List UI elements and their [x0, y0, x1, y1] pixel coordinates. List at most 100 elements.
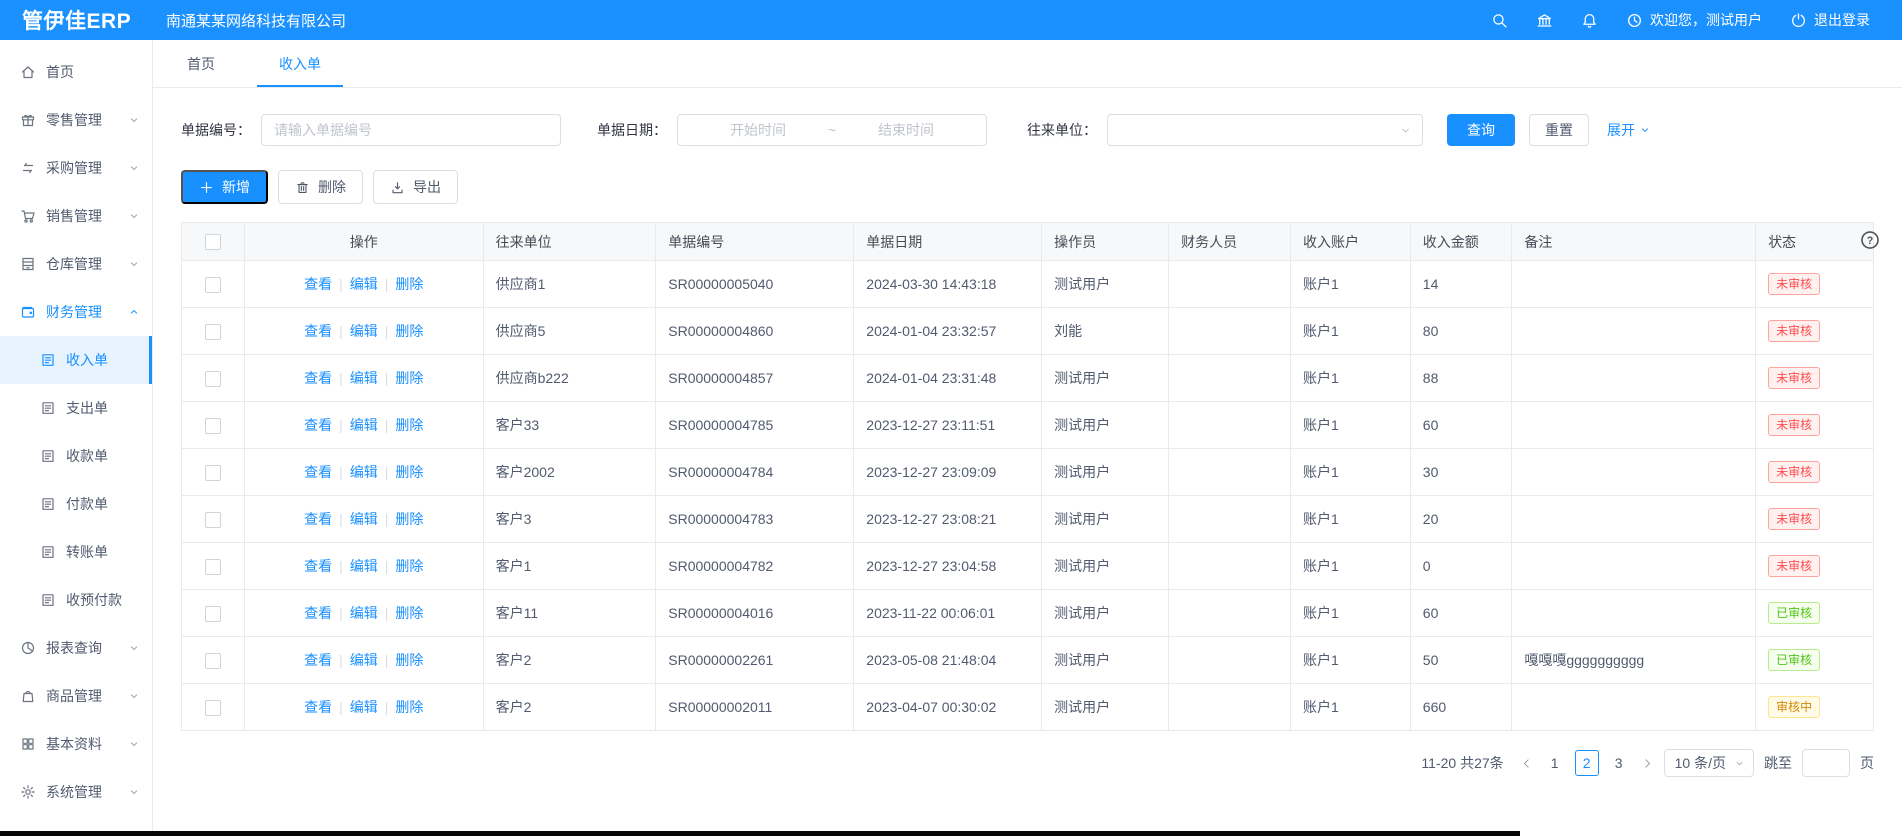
edit-link[interactable]: 编辑 — [350, 511, 378, 527]
cell-operator: 测试用户 — [1042, 590, 1169, 637]
search-icon[interactable] — [1491, 12, 1508, 29]
delete-link[interactable]: 删除 — [395, 417, 423, 433]
next-page-button[interactable] — [1641, 757, 1654, 770]
view-link[interactable]: 查看 — [304, 699, 332, 715]
status-badge: 未审核 — [1768, 367, 1820, 389]
delete-link[interactable]: 删除 — [395, 652, 423, 668]
cell-account: 账户1 — [1290, 308, 1410, 355]
row-checkbox[interactable] — [205, 653, 221, 669]
edit-link[interactable]: 编辑 — [350, 558, 378, 574]
view-link[interactable]: 查看 — [304, 323, 332, 339]
sidebar-item-label: 首页 — [46, 62, 74, 82]
delete-button[interactable]: 删除 — [278, 170, 363, 204]
edit-link[interactable]: 编辑 — [350, 464, 378, 480]
action-separator: | — [385, 464, 389, 480]
delete-link[interactable]: 删除 — [395, 699, 423, 715]
search-button[interactable]: 查询 — [1447, 114, 1515, 146]
cell-date: 2023-12-27 23:11:51 — [854, 402, 1042, 449]
bill-no-input[interactable] — [261, 114, 561, 146]
sidebar-item-expense-bill[interactable]: 支出单 — [0, 384, 152, 432]
sidebar-item-sales[interactable]: 销售管理 — [0, 192, 152, 240]
sidebar-item-warehouse[interactable]: 仓库管理 — [0, 240, 152, 288]
tab-收入单[interactable]: 收入单 — [267, 40, 333, 87]
edit-link[interactable]: 编辑 — [350, 323, 378, 339]
action-separator: | — [385, 323, 389, 339]
tab-首页[interactable]: 首页 — [175, 40, 227, 87]
bank-icon[interactable] — [1536, 12, 1553, 29]
sidebar-item-reports[interactable]: 报表查询 — [0, 624, 152, 672]
view-link[interactable]: 查看 — [304, 605, 332, 621]
delete-link[interactable]: 删除 — [395, 605, 423, 621]
partner-select[interactable] — [1107, 114, 1423, 146]
logout-button[interactable]: 退出登录 — [1790, 10, 1870, 30]
date-separator: ~ — [828, 122, 836, 138]
sidebar-item-home[interactable]: 首页 — [0, 48, 152, 96]
sidebar-item-label: 收款单 — [66, 446, 108, 466]
delete-link[interactable]: 删除 — [395, 323, 423, 339]
delete-link[interactable]: 删除 — [395, 558, 423, 574]
row-checkbox[interactable] — [205, 418, 221, 434]
page-button-2[interactable]: 2 — [1575, 750, 1599, 776]
action-separator: | — [339, 417, 343, 433]
sidebar-item-receipt-bill[interactable]: 收款单 — [0, 432, 152, 480]
select-all-checkbox[interactable] — [205, 234, 221, 250]
view-link[interactable]: 查看 — [304, 652, 332, 668]
status-badge: 审核中 — [1768, 696, 1820, 718]
view-link[interactable]: 查看 — [304, 558, 332, 574]
row-checkbox[interactable] — [205, 512, 221, 528]
row-checkbox[interactable] — [205, 324, 221, 340]
sidebar-item-income-bill[interactable]: 收入单 — [0, 336, 152, 384]
view-link[interactable]: 查看 — [304, 511, 332, 527]
row-checkbox[interactable] — [205, 559, 221, 575]
row-checkbox[interactable] — [205, 371, 221, 387]
view-link[interactable]: 查看 — [304, 276, 332, 292]
sidebar-item-advance-receipt[interactable]: 收预付款 — [0, 576, 152, 624]
page-button-3[interactable]: 3 — [1607, 750, 1631, 776]
delete-link[interactable]: 删除 — [395, 511, 423, 527]
export-button[interactable]: 导出 — [373, 170, 458, 204]
edit-link[interactable]: 编辑 — [350, 276, 378, 292]
view-link[interactable]: 查看 — [304, 464, 332, 480]
chevron-up-icon — [128, 306, 140, 318]
bell-icon[interactable] — [1581, 12, 1598, 29]
sidebar-item-basic-data[interactable]: 基本资料 — [0, 720, 152, 768]
sidebar-item-goods[interactable]: 商品管理 — [0, 672, 152, 720]
edit-link[interactable]: 编辑 — [350, 370, 378, 386]
sidebar-item-transfer-bill[interactable]: 转账单 — [0, 528, 152, 576]
row-checkbox[interactable] — [205, 277, 221, 293]
row-actions: 查看|编辑|删除 — [244, 684, 483, 731]
prev-page-button[interactable] — [1520, 757, 1533, 770]
edit-link[interactable]: 编辑 — [350, 699, 378, 715]
edit-link[interactable]: 编辑 — [350, 652, 378, 668]
row-select-cell — [182, 449, 245, 496]
edit-link[interactable]: 编辑 — [350, 417, 378, 433]
sidebar-item-purchase[interactable]: 采购管理 — [0, 144, 152, 192]
row-checkbox[interactable] — [205, 465, 221, 481]
cabinet-icon — [20, 256, 36, 272]
sidebar-item-retail[interactable]: 零售管理 — [0, 96, 152, 144]
page-button-1[interactable]: 1 — [1543, 750, 1567, 776]
action-separator: | — [385, 370, 389, 386]
add-button[interactable]: 新增 — [181, 170, 268, 204]
row-checkbox[interactable] — [205, 606, 221, 622]
sidebar-item-payment-bill[interactable]: 付款单 — [0, 480, 152, 528]
reset-button[interactable]: 重置 — [1529, 114, 1589, 146]
welcome-user[interactable]: 欢迎您，测试用户 — [1626, 10, 1762, 30]
delete-link[interactable]: 删除 — [395, 276, 423, 292]
delete-link[interactable]: 删除 — [395, 464, 423, 480]
sidebar-item-system[interactable]: 系统管理 — [0, 768, 152, 816]
table-row: 查看|编辑|删除客户2SR000000020112023-04-07 00:30… — [182, 684, 1874, 731]
help-icon[interactable]: ? — [1860, 230, 1880, 250]
jump-page-input[interactable] — [1802, 749, 1850, 777]
view-link[interactable]: 查看 — [304, 370, 332, 386]
page-size-select[interactable]: 10 条/页 — [1664, 749, 1754, 777]
date-range-picker[interactable]: 开始时间 ~ 结束时间 — [677, 114, 987, 146]
cell-date: 2023-04-07 00:30:02 — [854, 684, 1042, 731]
row-checkbox[interactable] — [205, 700, 221, 716]
view-link[interactable]: 查看 — [304, 417, 332, 433]
column-header: 状态 — [1756, 223, 1874, 261]
sidebar-item-finance[interactable]: 财务管理 — [0, 288, 152, 336]
edit-link[interactable]: 编辑 — [350, 605, 378, 621]
delete-link[interactable]: 删除 — [395, 370, 423, 386]
expand-link[interactable]: 展开 — [1607, 120, 1651, 140]
